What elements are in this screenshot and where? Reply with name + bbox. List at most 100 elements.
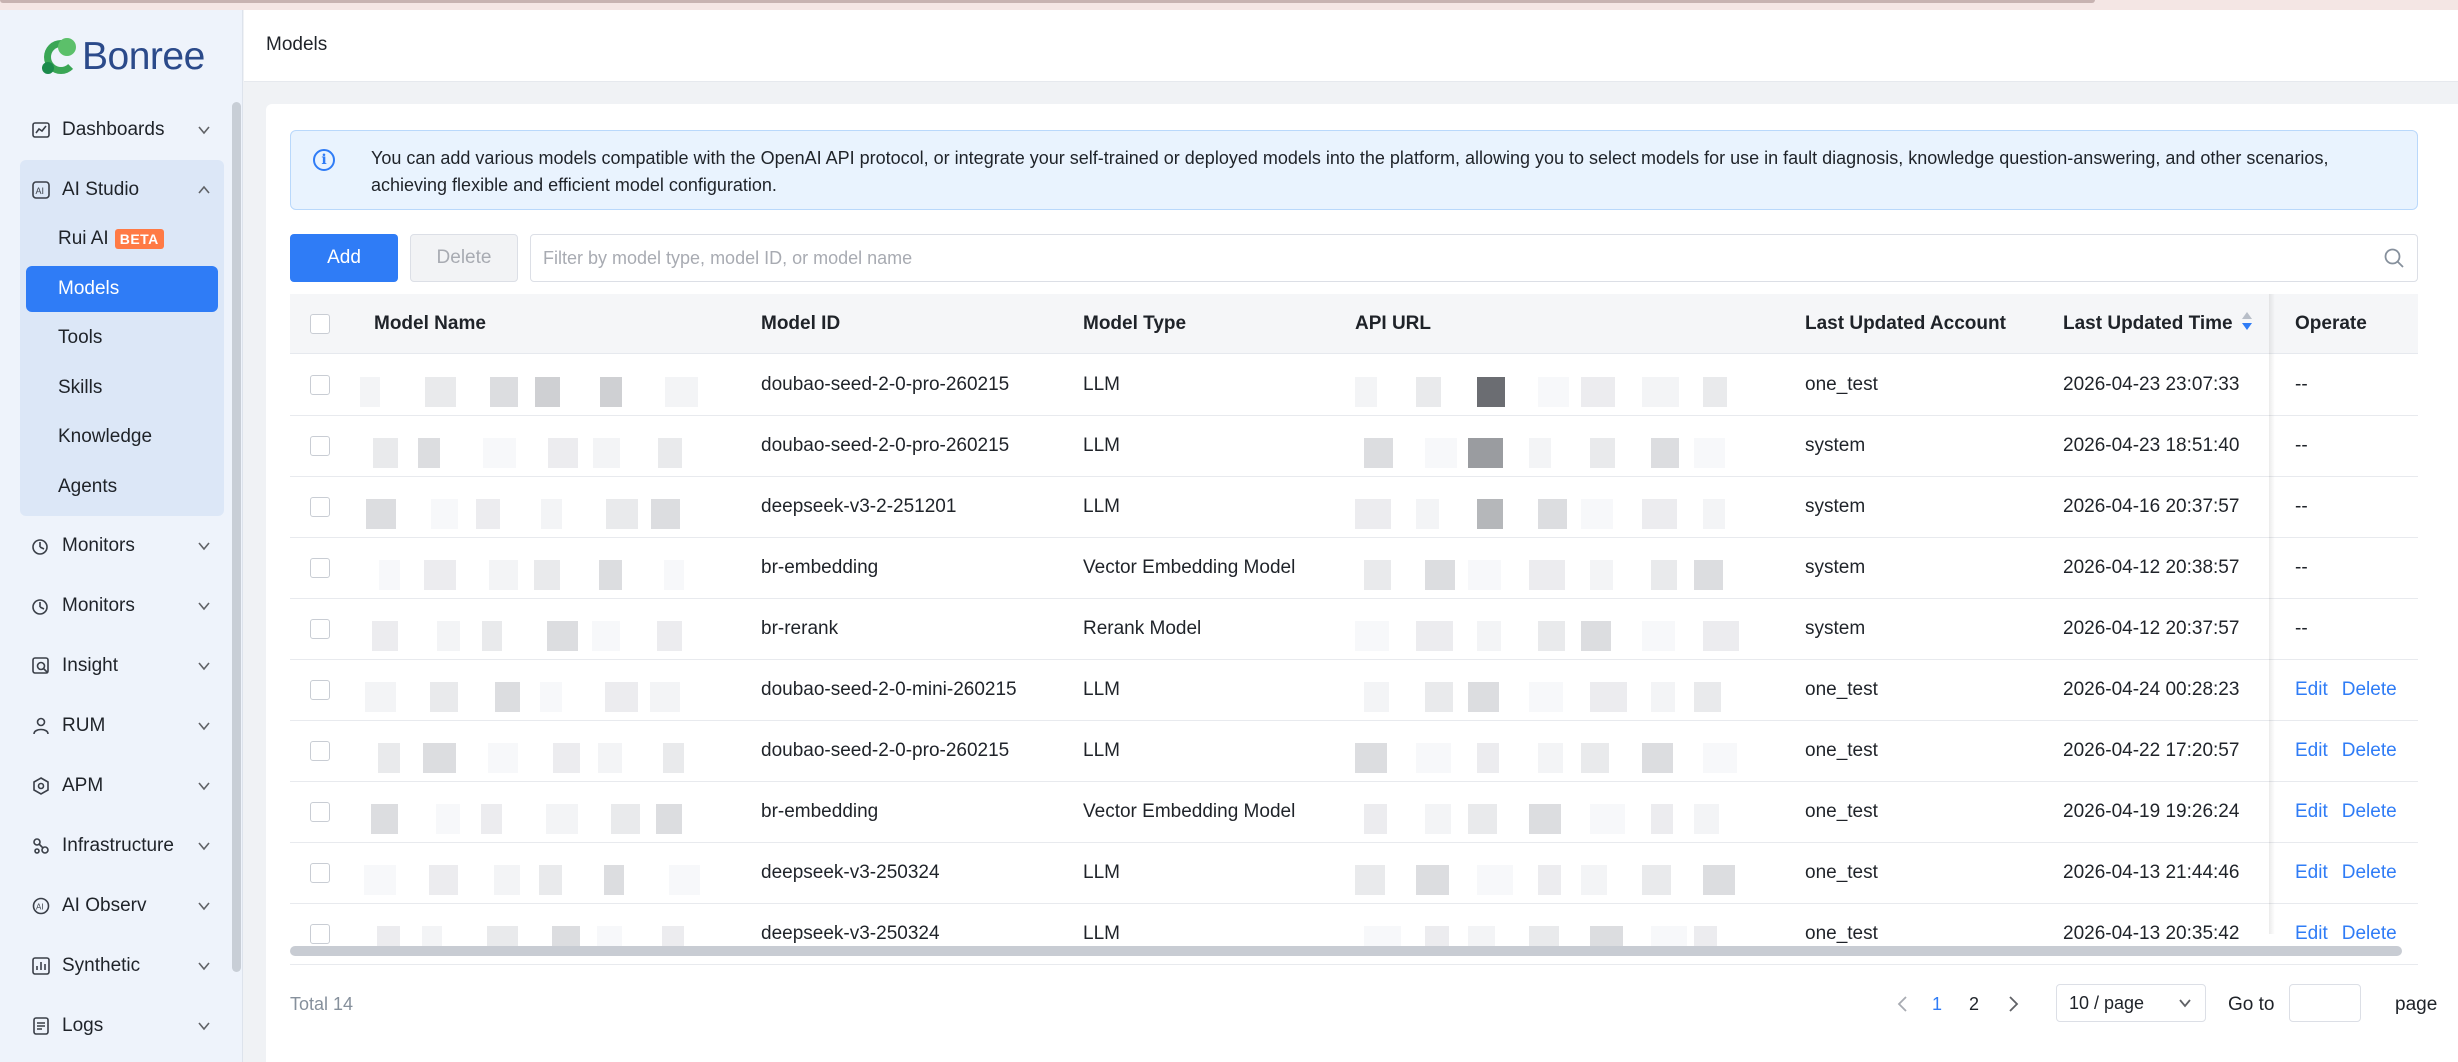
row-checkbox[interactable] [310,863,330,883]
sidebar-item-label: Logs [62,1015,104,1036]
sidebar-subitem-tools[interactable]: Tools [26,315,218,361]
chevron-up-icon [196,182,212,204]
model-type-cell: LLM [1083,862,1120,883]
table-row[interactable]: deepseek-v3-2-251201 LLM system 2026-04-16 … [290,477,2418,538]
sidebar-subitem-skills[interactable]: Skills [26,365,218,411]
model-id-cell: doubao-seed-2-0-pro-260215 [761,374,1010,395]
sidebar-item-rum[interactable]: RUM [20,702,224,750]
delete-link[interactable]: Delete [2342,740,2397,762]
page-1[interactable]: 1 [1932,984,1942,1024]
table-row[interactable]: deepseek-v3-250324 LLM one_test 2026-04-13 … [290,843,2418,904]
sidebar-item-dashboards[interactable]: Dashboards [20,106,224,154]
sidebar-item-monitors[interactable]: Monitors [20,522,224,570]
col-operate: Operate [2295,313,2367,334]
select-all-checkbox[interactable] [310,314,330,334]
delete-link[interactable]: Delete [2342,862,2397,884]
edit-link[interactable]: Edit [2295,923,2328,945]
model-id-cell: br-embedding [761,801,879,822]
col-last-updated-time[interactable]: Last Updated Time [2063,294,2253,354]
row-select-cell [310,416,330,476]
no-operation: -- [2295,618,2308,639]
row-checkbox[interactable] [310,802,330,822]
prev-page-icon[interactable] [1896,984,1910,1024]
sidebar-item-insight[interactable]: Insight [20,642,224,690]
sidebar-item-infrastructure[interactable]: Infrastructure [20,822,224,870]
table-row[interactable]: doubao-seed-2-0-pro-260215 LLM system 2026-… [290,416,2418,477]
chevron-down-icon [196,718,212,740]
page-size-select[interactable]: 10 / page [2056,984,2206,1022]
table-row[interactable]: doubao-seed-2-0-pro-260215 LLM one_test 202… [290,721,2418,782]
updated-time-cell: 2026-04-23 18:51:40 [2063,435,2240,456]
sidebar-subitem-knowledge[interactable]: Knowledge [26,414,218,460]
add-button[interactable]: Add [290,234,398,282]
edit-link[interactable]: Edit [2295,862,2328,884]
next-page-icon[interactable] [2006,984,2020,1024]
sidebar-item-label: Dashboards [62,119,165,140]
delete-link[interactable]: Delete [2342,801,2397,823]
updated-time-cell: 2026-04-12 20:37:57 [2063,618,2240,639]
goto-page-input[interactable] [2289,984,2361,1022]
sidebar-item-ai-observ[interactable]: AI AI Observ [20,882,224,930]
chevron-down-icon [2177,995,2193,1016]
row-select-cell [310,782,330,842]
sidebar-subitem-agents[interactable]: Agents [26,464,218,510]
model-id-cell: deepseek-v3-250324 [761,862,940,883]
edit-link[interactable]: Edit [2295,801,2328,823]
model-name-redacted [360,438,700,468]
row-checkbox[interactable] [310,619,330,639]
col-last-updated-time-label: Last Updated Time [2063,313,2233,334]
account-cell: one_test [1805,740,1878,761]
svg-text:AI: AI [36,903,44,912]
table-row[interactable]: doubao-seed-2-0-pro-260215 LLM one_test 202… [290,355,2418,416]
dashboard-icon [30,119,52,141]
sidebar-scrollbar[interactable] [232,102,241,972]
search-input[interactable] [531,235,2351,281]
row-checkbox[interactable] [310,680,330,700]
table-row[interactable]: doubao-seed-2-0-mini-260215 LLM one_test 20… [290,660,2418,721]
beta-badge: BETA [114,229,164,249]
sidebar-item-label: Monitors [62,595,135,616]
delete-link[interactable]: Delete [2342,679,2397,701]
sidebar-item-label: APM [62,775,104,796]
monitor-icon [30,535,52,557]
edit-link[interactable]: Edit [2295,740,2328,762]
sidebar-subitem-label: Knowledge [58,426,153,447]
sidebar-item-synthetic[interactable]: Synthetic [20,942,224,990]
sidebar-item-apm[interactable]: APM [20,762,224,810]
table-row[interactable]: br-embedding Vector Embedding Model system… [290,538,2418,599]
ai-studio-icon: AI [30,179,52,201]
model-name-redacted [360,682,700,712]
model-name-redacted [360,804,700,834]
delete-link[interactable]: Delete [2342,923,2397,945]
sort-icon[interactable] [2241,310,2253,338]
sidebar-item-ai-studio[interactable]: AI AI Studio [20,166,224,214]
brand-logo[interactable]: Bonree [38,32,205,82]
sidebar-subitem-models[interactable]: Models [26,266,218,312]
no-operation: -- [2295,557,2308,578]
operate-cell: Edit Delete [2295,782,2411,842]
table-row[interactable]: br-rerank Rerank Model system 2026-04-12 20… [290,599,2418,660]
row-checkbox[interactable] [310,741,330,761]
sidebar-item-label: AI Observ [62,895,147,916]
row-checkbox[interactable] [310,558,330,578]
info-banner: i You can add various models compatible … [290,130,2418,210]
apm-icon [30,775,52,797]
row-checkbox[interactable] [310,924,330,944]
sidebar-item-monitors[interactable]: Monitors [20,582,224,630]
row-select-cell [310,477,330,537]
row-checkbox[interactable] [310,497,330,517]
sidebar-item-logs[interactable]: Logs [20,1002,224,1050]
row-checkbox[interactable] [310,436,330,456]
page-2[interactable]: 2 [1969,984,1979,1024]
delete-button[interactable]: Delete [410,234,518,282]
chevron-down-icon [196,122,212,144]
table-row[interactable]: br-embedding Vector Embedding Model one_te… [290,782,2418,843]
row-checkbox[interactable] [310,375,330,395]
table-horizontal-scrollbar[interactable] [290,946,2402,956]
search-icon[interactable] [2383,247,2405,274]
sidebar-subitem-rui-ai[interactable]: Rui AI BETA [26,216,218,262]
col-last-updated-account: Last Updated Account [1805,313,2006,334]
row-select-cell [310,843,330,903]
edit-link[interactable]: Edit [2295,679,2328,701]
updated-time-cell: 2026-04-13 21:44:46 [2063,862,2240,883]
